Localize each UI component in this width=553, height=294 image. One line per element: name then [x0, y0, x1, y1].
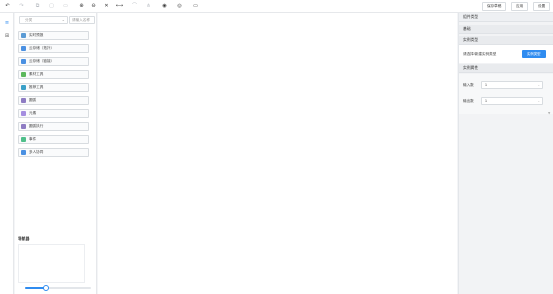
component-label: 元素 [29, 111, 37, 115]
component-label: 素材工具 [29, 72, 44, 76]
name-search-input[interactable]: 请输入名称 ⌕ [69, 16, 104, 24]
category-select[interactable]: ⌄ [19, 16, 68, 24]
category-input[interactable] [25, 17, 65, 23]
component-item[interactable]: 云存储（拓扑） [18, 44, 89, 53]
delete-icon[interactable]: ▭ [62, 3, 69, 10]
component-label: 实时预报 [29, 33, 44, 37]
component-item[interactable]: 圆弧执行 [18, 122, 89, 131]
output-count-field[interactable]: 1 ⌄ [481, 97, 543, 105]
component-item[interactable]: 素材工具 [18, 70, 89, 79]
component-item[interactable]: 事件 [18, 135, 89, 144]
input-count-label: 输入数 [463, 83, 474, 87]
instance-props-body: 输入数 1 ⌄ 输出数 1 ⌄ [459, 74, 553, 114]
toolbar: ↶ ↷ ⧉ ▢ ▭ ⊕ ⊖ ✕ ⟷ ⌒ ⋔ ◉ ◎ ▭ 保存草稿 应用 设置 [0, 0, 553, 13]
instance-type-body: 请选择/新建实例类型 实例类型 [459, 45, 553, 63]
component-icon [21, 72, 26, 77]
component-label: 多人协同 [29, 150, 44, 154]
redo-icon[interactable]: ↷ [18, 3, 25, 10]
instance-hint: 请选择/新建实例类型 [463, 52, 497, 56]
preview-icon[interactable]: ◎ [176, 3, 183, 10]
component-item[interactable]: 云存储（链接） [18, 57, 89, 66]
align-icon[interactable]: ⌒ [131, 3, 138, 10]
input-count-field[interactable]: 1 ⌄ [481, 81, 543, 89]
section-component-type: 组件类型 [459, 13, 553, 22]
component-label: 云存储（链接） [29, 59, 55, 63]
properties-panel: 组件类型 基础 实例类型 请选择/新建实例类型 实例类型 实例属性 输入数 1 … [458, 13, 553, 294]
chevron-down-icon: ⌄ [61, 17, 65, 22]
component-label: 圆弧 [29, 98, 37, 102]
settings-button[interactable]: 设置 [533, 2, 551, 11]
copy-icon[interactable]: ⧉ [34, 3, 41, 10]
output-count-value: 1 [485, 99, 487, 103]
component-label: 云存储（拓扑） [29, 46, 55, 50]
layers-icon[interactable]: ⊞ [4, 33, 10, 39]
output-count-label: 输出数 [463, 99, 474, 103]
actual-size-icon[interactable]: ⟷ [116, 3, 123, 10]
input-count-value: 1 [485, 83, 487, 87]
instance-type-button[interactable]: 实例类型 [522, 50, 546, 58]
component-item[interactable]: 元素 [18, 109, 89, 118]
component-label: 事件 [29, 137, 37, 141]
icon-rail: ≡ ⊞ [0, 13, 14, 294]
zoom-slider[interactable] [25, 285, 91, 291]
chevron-down-icon: ⌄ [537, 83, 540, 87]
paste-icon[interactable]: ▢ [48, 3, 55, 10]
minimap[interactable] [18, 244, 85, 283]
apply-button[interactable]: 应用 [511, 2, 529, 11]
zoom-out-icon[interactable]: ⊖ [90, 3, 97, 10]
section-basic[interactable]: 基础 [459, 25, 553, 34]
component-icon [21, 85, 26, 90]
component-icon [21, 98, 26, 103]
component-icon [21, 111, 26, 116]
design-canvas[interactable] [98, 13, 457, 294]
undo-icon[interactable]: ↶ [4, 3, 11, 10]
component-item[interactable]: 圆弧 [18, 96, 89, 105]
scroll-down-icon[interactable]: ▼ [548, 111, 550, 115]
zoom-in-icon[interactable]: ⊕ [78, 3, 85, 10]
name-search-placeholder: 请输入名称 [72, 18, 90, 22]
section-instance-type[interactable]: 实例类型 [459, 36, 553, 45]
component-icon [21, 46, 26, 51]
target-icon[interactable]: ◉ [161, 3, 168, 10]
component-item[interactable]: 实时预报 [18, 31, 89, 40]
component-icon [21, 137, 26, 142]
auto-layout-icon[interactable]: ⋔ [145, 3, 152, 10]
component-icon [21, 33, 26, 38]
component-icon [21, 124, 26, 129]
fit-icon[interactable]: ✕ [103, 3, 110, 10]
monitor-icon[interactable]: ▭ [192, 3, 199, 10]
save-draft-button[interactable]: 保存草稿 [482, 2, 507, 11]
section-instance-props[interactable]: 实例属性 [459, 64, 553, 73]
component-label: 推荐工具 [29, 85, 44, 89]
component-item[interactable]: 推荐工具 [18, 83, 89, 92]
component-library-icon[interactable]: ≡ [4, 20, 10, 26]
component-icon [21, 59, 26, 64]
component-icon [21, 150, 26, 155]
chevron-down-icon: ⌄ [537, 99, 540, 103]
minimap-title: 导航器 [18, 237, 30, 241]
component-item[interactable]: 多人协同 [18, 148, 89, 157]
component-label: 圆弧执行 [29, 124, 44, 128]
